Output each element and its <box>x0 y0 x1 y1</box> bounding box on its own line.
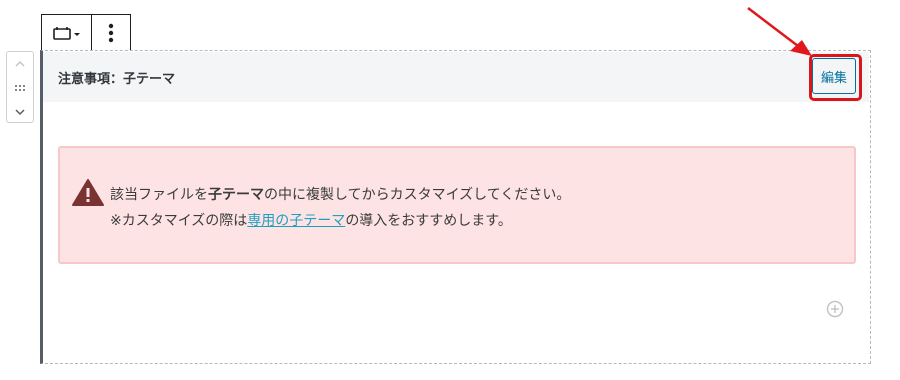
alert-message: 該当ファイルを子テーマの中に複製してからカスタマイズしてください。 ※カスタマイ… <box>110 182 570 234</box>
alert-line-1: 該当ファイルを子テーマの中に複製してからカスタマイズしてください。 <box>110 187 571 203</box>
chevron-down-icon <box>15 109 25 116</box>
move-up-button[interactable] <box>7 52 33 76</box>
block-type-button[interactable] <box>42 15 92 50</box>
block-type-icon <box>52 26 80 40</box>
child-theme-emphasis: 子テーマ <box>208 187 264 203</box>
chevron-up-icon <box>15 60 25 67</box>
drag-handle-icon <box>15 85 25 91</box>
block-title: 注意事項：子テーマ <box>58 71 176 87</box>
move-down-button[interactable] <box>7 100 33 124</box>
plus-circle-icon[interactable] <box>826 300 844 318</box>
warning-icon <box>72 179 104 206</box>
alert-line-2: ※カスタマイズの際は専用の子テーマの導入をおすすめします。 <box>110 213 512 229</box>
annotation-arrow-icon <box>747 7 812 56</box>
drag-handle[interactable] <box>7 76 33 100</box>
vertical-ellipsis-icon <box>108 23 114 42</box>
child-theme-link[interactable]: 専用の子テーマ <box>247 213 345 229</box>
block-mover <box>6 51 34 123</box>
block-toolbar <box>41 14 131 50</box>
more-options-button[interactable] <box>92 15 130 50</box>
warning-alert: 該当ファイルを子テーマの中に複製してからカスタマイズしてください。 ※カスタマイ… <box>58 146 856 264</box>
